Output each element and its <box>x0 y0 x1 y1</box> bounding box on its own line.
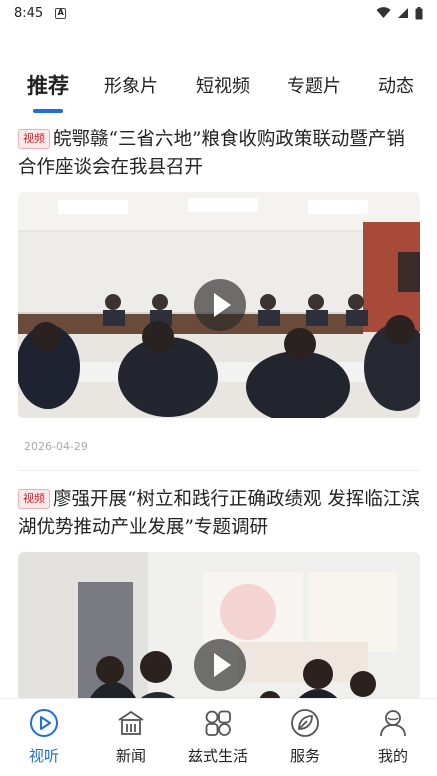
notification-icon: A <box>55 7 67 19</box>
tab-short-videos[interactable]: 短视频 <box>196 72 250 98</box>
play-circle-icon <box>30 709 58 737</box>
play-icon[interactable] <box>194 639 246 691</box>
status-icons <box>376 6 423 20</box>
building-icon <box>118 710 144 735</box>
status-bar: 8:45 A <box>0 0 437 26</box>
battery-icon <box>415 6 423 19</box>
nav-item-life[interactable]: 兹式生活 <box>174 699 262 776</box>
status-time: 8:45 <box>14 5 44 21</box>
video-thumbnail[interactable] <box>18 192 420 418</box>
nav-label: 兹式生活 <box>187 747 248 765</box>
category-tabs: 推荐 形象片 短视频 专题片 动态 <box>0 72 437 116</box>
bottom-nav: 视听 新闻 兹式生活 服务 我的 <box>0 698 437 776</box>
nav-item-audiovisual[interactable]: 视听 <box>0 699 88 776</box>
article-title[interactable]: 视频 皖鄂赣“三省六地”粮食收购政策联动暨产销合作座谈会在我县召开 <box>18 126 420 182</box>
divider <box>18 470 420 471</box>
nav-label: 我的 <box>377 747 408 765</box>
tab-image-films[interactable]: 形象片 <box>104 72 158 98</box>
list-item[interactable]: 视频 皖鄂赣“三省六地”粮食收购政策联动暨产销合作座谈会在我县召开 2026-0… <box>18 126 420 453</box>
list-item[interactable]: 视频 廖强开展“树立和践行正确政绩观 发挥临江滨湖优势推动产业发展”专题调研 <box>18 486 420 776</box>
tab-feature-films[interactable]: 专题片 <box>287 72 341 98</box>
tab-recommend[interactable]: 推荐 <box>27 70 69 100</box>
nav-label: 服务 <box>289 747 320 765</box>
wifi-icon <box>376 7 391 18</box>
nav-label: 新闻 <box>115 747 146 765</box>
nav-item-services[interactable]: 服务 <box>261 699 349 776</box>
nav-item-profile[interactable]: 我的 <box>349 699 437 776</box>
publish-date: 2026-04-29 <box>24 440 88 453</box>
article-title-text: 廖强开展“树立和践行正确政绩观 发挥临江滨湖优势推动产业发展”专题调研 <box>18 489 420 538</box>
nav-item-news[interactable]: 新闻 <box>87 699 175 776</box>
nav-label: 视听 <box>28 747 59 765</box>
article-title-text: 皖鄂赣“三省六地”粮食收购政策联动暨产销合作座谈会在我县召开 <box>18 129 405 178</box>
article-title[interactable]: 视频 廖强开展“树立和践行正确政绩观 发挥临江滨湖优势推动产业发展”专题调研 <box>18 486 420 542</box>
signal-icon <box>398 8 408 18</box>
play-icon[interactable] <box>194 279 246 331</box>
leaf-icon <box>291 709 319 737</box>
tab-news-feed[interactable]: 动态 <box>378 72 414 98</box>
video-badge: 视频 <box>18 489 50 509</box>
grid-icon <box>205 710 231 736</box>
active-tab-indicator <box>33 109 63 113</box>
user-icon <box>380 710 406 737</box>
video-badge: 视频 <box>18 129 50 149</box>
